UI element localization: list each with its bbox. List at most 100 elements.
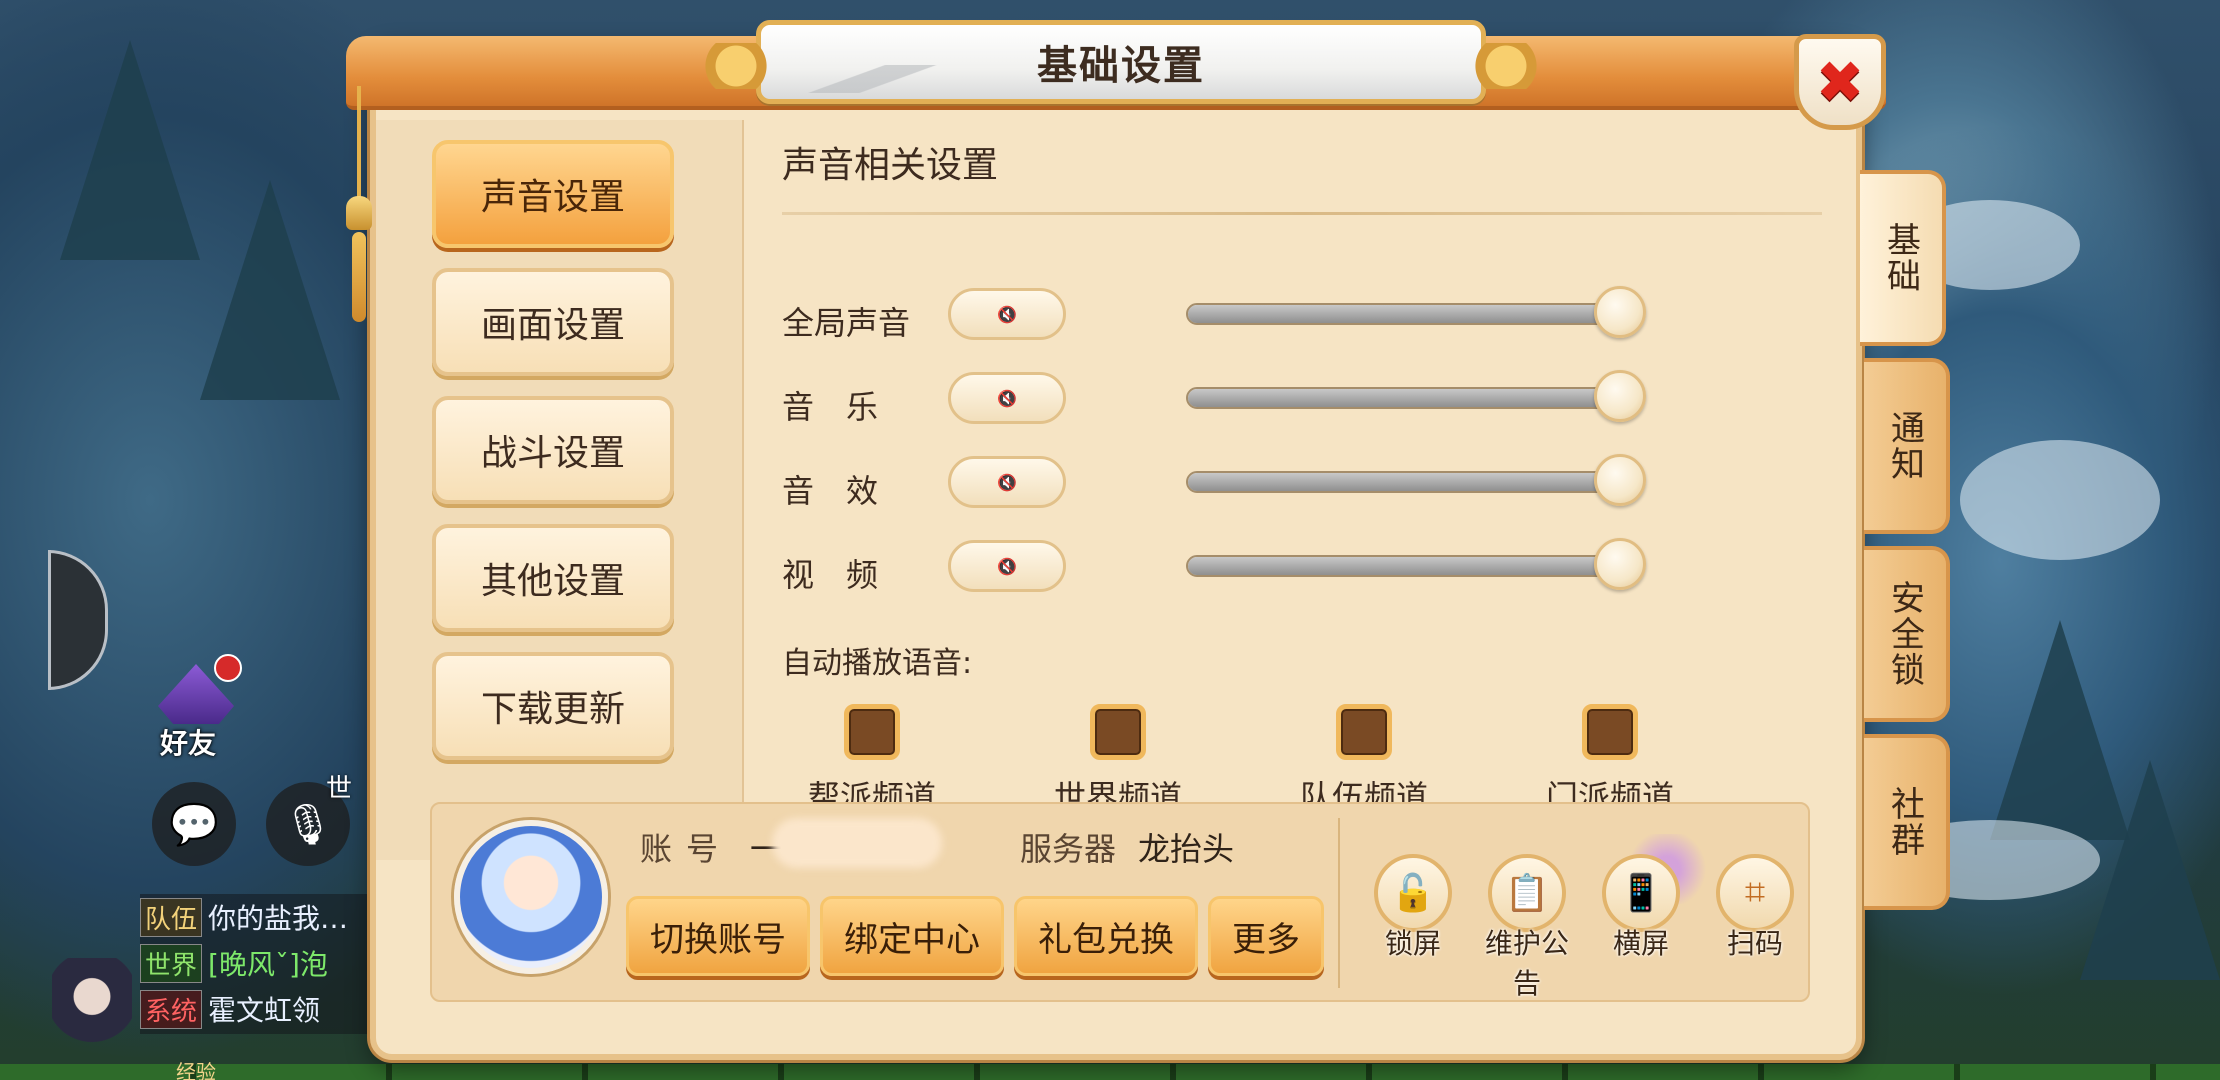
speaker-muted-icon: 🔇 bbox=[997, 556, 1017, 576]
mute-button[interactable]: 🔇 bbox=[948, 456, 1066, 508]
slider-fill bbox=[1188, 557, 1624, 575]
volume-label: 全局声音 bbox=[782, 304, 911, 342]
player-portrait[interactable] bbox=[52, 958, 132, 1068]
snow-tree bbox=[2080, 760, 2220, 980]
chat-message: 你的盐我… bbox=[208, 902, 349, 935]
volume-slider[interactable] bbox=[1186, 471, 1626, 493]
tassel-tail bbox=[352, 232, 366, 322]
more-button[interactable]: 更多 bbox=[1208, 896, 1324, 976]
scan-code-button[interactable]: ⌗ 扫码 bbox=[1700, 854, 1810, 962]
mute-button[interactable]: 🔇 bbox=[948, 372, 1066, 424]
slider-handle[interactable] bbox=[1594, 538, 1646, 590]
menu-sound-settings[interactable]: 声音设置 bbox=[432, 140, 674, 248]
tool-label: 横屏 bbox=[1612, 927, 1669, 960]
chat-message: 霍文虹领 bbox=[208, 994, 321, 1027]
tab-security-lock[interactable]: 安全锁 bbox=[1864, 546, 1950, 722]
account-label: 账号 bbox=[640, 830, 733, 868]
rotate-screen-icon: 📱 bbox=[1602, 854, 1680, 932]
volume-slider[interactable] bbox=[1186, 387, 1626, 409]
slider-fill bbox=[1188, 389, 1624, 407]
checkbox[interactable] bbox=[844, 704, 900, 760]
slider-fill bbox=[1188, 305, 1624, 323]
mute-button[interactable]: 🔇 bbox=[948, 288, 1066, 340]
channel-checkbox-team[interactable]: 队伍频道 bbox=[1274, 704, 1454, 818]
tassel-cord bbox=[357, 86, 361, 206]
chat-line: 系统 霍文虹领 bbox=[140, 986, 380, 1032]
volume-row-video: 视 频 🔇 bbox=[782, 538, 1822, 600]
chat-bubble-icon: 💬 bbox=[169, 801, 219, 848]
divider bbox=[782, 212, 1822, 215]
clipboard-icon: 📋 bbox=[1488, 854, 1566, 932]
tab-notify[interactable]: 通知 bbox=[1864, 358, 1950, 534]
tool-label: 锁屏 bbox=[1384, 927, 1441, 960]
chat-preview[interactable]: 队伍 你的盐我… 世界 [晚风ˇ]泡 系统 霍文虹领 bbox=[140, 894, 380, 1034]
panel-divider bbox=[1338, 818, 1340, 988]
menu-download-update[interactable]: 下载更新 bbox=[432, 652, 674, 760]
tool-label: 扫码 bbox=[1726, 927, 1783, 960]
slider-handle[interactable] bbox=[1594, 454, 1646, 506]
chat-tag-world: 世界 bbox=[140, 943, 203, 983]
volume-label: 音 效 bbox=[782, 472, 879, 510]
chat-tag-team: 队伍 bbox=[140, 897, 203, 937]
dialog-title: 基础设置 bbox=[1037, 43, 1205, 89]
close-icon: ✖ bbox=[1815, 48, 1865, 116]
snow-patch bbox=[1960, 440, 2160, 560]
chat-line: 世界 [晚风ˇ]泡 bbox=[140, 940, 380, 986]
volume-label: 音 乐 bbox=[782, 388, 879, 426]
lock-screen-button[interactable]: 🔓 锁屏 bbox=[1358, 854, 1468, 962]
settings-dialog: 基础设置 ✖ 声音设置 画面设置 战斗设置 其他设置 下载更新 基础 通知 安全… bbox=[346, 20, 1950, 1060]
maintenance-notice-button[interactable]: 📋 维护公告 bbox=[1472, 854, 1582, 1002]
channel-checkbox-sect[interactable]: 门派频道 bbox=[1520, 704, 1700, 818]
avatar[interactable] bbox=[454, 820, 608, 974]
close-button[interactable]: ✖ bbox=[1794, 34, 1886, 130]
section-title: 声音相关设置 bbox=[782, 145, 999, 186]
mountain-decoration bbox=[781, 65, 961, 93]
tab-community[interactable]: 社群 bbox=[1864, 734, 1950, 910]
gift-redeem-button[interactable]: 礼包兑换 bbox=[1014, 896, 1198, 976]
chat-button[interactable]: 💬 bbox=[152, 782, 236, 866]
chat-tag-system: 系统 bbox=[140, 989, 203, 1029]
scan-icon: ⌗ bbox=[1716, 854, 1794, 932]
checkbox[interactable] bbox=[1336, 704, 1392, 760]
switch-account-button[interactable]: 切换账号 bbox=[626, 896, 810, 976]
side-pull-tab[interactable] bbox=[48, 550, 108, 690]
landscape-button[interactable]: 📱 横屏 bbox=[1586, 854, 1696, 962]
account-redaction bbox=[772, 818, 942, 868]
menu-other-settings[interactable]: 其他设置 bbox=[432, 524, 674, 632]
microphone-icon: 🎙 bbox=[282, 801, 334, 848]
slider-handle[interactable] bbox=[1594, 370, 1646, 422]
speaker-muted-icon: 🔇 bbox=[997, 388, 1017, 408]
friend-label: 好友 bbox=[160, 727, 217, 760]
title-plate: 基础设置 bbox=[691, 20, 1551, 104]
menu-battle-settings[interactable]: 战斗设置 bbox=[432, 396, 674, 504]
left-hud: 好友 💬 🎙 世 队伍 你的盐我… 世界 [晚风ˇ]泡 系统 霍文虹领 经验 bbox=[0, 0, 380, 1080]
volume-slider[interactable] bbox=[1186, 303, 1626, 325]
channel-checkbox-world[interactable]: 世界频道 bbox=[1028, 704, 1208, 818]
chat-message: [晚风ˇ]泡 bbox=[208, 948, 328, 981]
menu-display-settings[interactable]: 画面设置 bbox=[432, 268, 674, 376]
volume-row-global: 全局声音 🔇 bbox=[782, 286, 1822, 348]
tab-basic[interactable]: 基础 bbox=[1860, 170, 1946, 346]
auto-play-title: 自动播放语音: bbox=[782, 646, 973, 681]
sound-settings-panel: 声音相关设置 全局声音 🔇 音 乐 🔇 音 效 🔇 视 频 🔇 自动播放语音: bbox=[782, 136, 1822, 816]
chat-line: 队伍 你的盐我… bbox=[140, 894, 380, 940]
speaker-muted-icon: 🔇 bbox=[997, 472, 1017, 492]
checkbox[interactable] bbox=[1090, 704, 1146, 760]
volume-slider[interactable] bbox=[1186, 555, 1626, 577]
channel-checkbox-guild[interactable]: 帮派频道 bbox=[782, 704, 962, 818]
lock-icon: 🔓 bbox=[1374, 854, 1452, 932]
binding-center-button[interactable]: 绑定中心 bbox=[820, 896, 1004, 976]
exp-label: 经验 bbox=[176, 1060, 216, 1080]
volume-row-music: 音 乐 🔇 bbox=[782, 370, 1822, 432]
bell-icon bbox=[346, 196, 372, 230]
slider-fill bbox=[1188, 473, 1624, 491]
speaker-muted-icon: 🔇 bbox=[997, 304, 1017, 324]
checkbox[interactable] bbox=[1582, 704, 1638, 760]
server-label: 服务器 bbox=[1020, 830, 1117, 868]
friend-button[interactable]: 好友 bbox=[148, 654, 244, 760]
mute-button[interactable]: 🔇 bbox=[948, 540, 1066, 592]
volume-label: 视 频 bbox=[782, 556, 879, 594]
account-panel: 账号 一 服务器 龙抬头 切换账号 绑定中心 礼包兑换 更多 🔓 锁屏 📋 维护… bbox=[430, 802, 1810, 1002]
voice-channel-tag: 世 bbox=[326, 774, 353, 804]
slider-handle[interactable] bbox=[1594, 286, 1646, 338]
